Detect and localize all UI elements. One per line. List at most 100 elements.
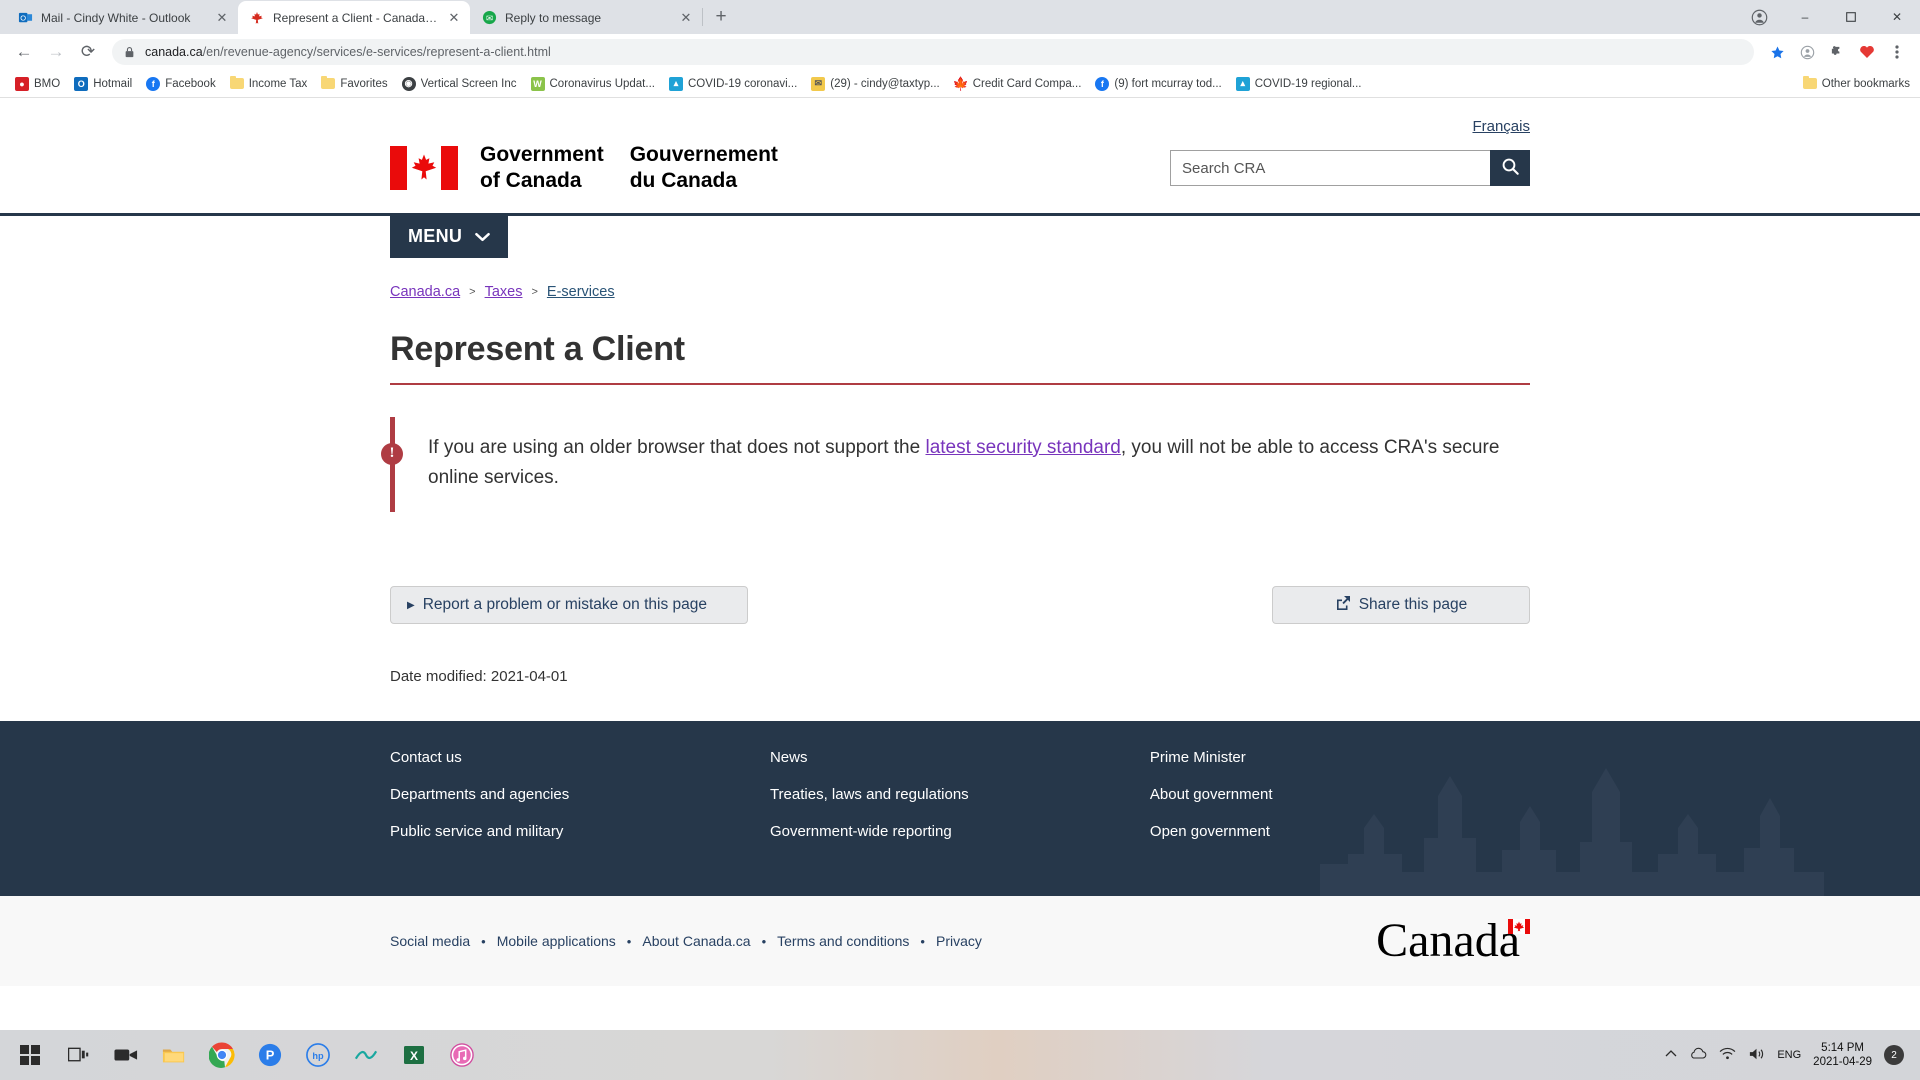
taskbar-camera[interactable]: [102, 1031, 150, 1079]
taskbar-hp[interactable]: hp: [294, 1031, 342, 1079]
alberta-icon: ▴: [1235, 76, 1250, 91]
new-tab-button[interactable]: +: [707, 3, 735, 31]
search-button[interactable]: [1490, 150, 1530, 187]
subfooter-link-about-canada-ca[interactable]: About Canada.ca: [642, 933, 750, 949]
address-bar[interactable]: canada.ca/en/revenue-agency/services/e-s…: [112, 39, 1754, 65]
menu-button[interactable]: MENU: [390, 215, 509, 258]
close-window-button[interactable]: ✕: [1874, 0, 1920, 34]
chevron-up-icon[interactable]: [1665, 1049, 1677, 1061]
browser-toolbar: ← → ⟳ canada.ca/en/revenue-agency/servic…: [0, 34, 1920, 70]
bookmark-favorites[interactable]: Favorites: [314, 74, 394, 94]
breadcrumb-item-canada-ca[interactable]: Canada.ca: [390, 284, 460, 300]
bookmark-covid19-coronavirus[interactable]: ▴ COVID-19 coronavi...: [662, 74, 804, 94]
subfooter-link-social-media[interactable]: Social media: [390, 933, 470, 949]
browser-window: O Mail - Cindy White - Outlook ✕ Represe…: [0, 0, 1920, 1030]
profile-icon[interactable]: [1736, 0, 1782, 34]
taskbar-file-explorer[interactable]: [150, 1031, 198, 1079]
other-bookmarks-label: Other bookmarks: [1821, 77, 1910, 90]
taskbar-chrome[interactable]: [198, 1031, 246, 1079]
browser-tab-0[interactable]: O Mail - Cindy White - Outlook ✕: [6, 1, 238, 34]
other-bookmarks-button[interactable]: Other bookmarks: [1802, 76, 1910, 90]
breadcrumb-item-taxes[interactable]: Taxes: [485, 284, 523, 300]
bookmark-facebook[interactable]: f Facebook: [139, 74, 223, 94]
canada-wordmark: Canada: [1376, 917, 1530, 965]
volume-icon[interactable]: [1748, 1047, 1765, 1064]
browser-tab-2[interactable]: ✉ Reply to message ✕: [470, 1, 702, 34]
task-view-button[interactable]: [54, 1031, 102, 1079]
bookmark-covid19-regional[interactable]: ▴ COVID-19 regional...: [1229, 74, 1369, 94]
share-page-button[interactable]: Share this page: [1272, 586, 1530, 625]
footer-link-contact-us[interactable]: Contact us: [390, 749, 770, 766]
breadcrumb-item-e-services[interactable]: E-services: [547, 284, 615, 300]
tab-title: Represent a Client - Canada.ca: [273, 10, 438, 25]
site-footer: Contact us Departments and agencies Publ…: [0, 721, 1920, 897]
latest-security-standard-link[interactable]: latest security standard: [925, 437, 1120, 458]
close-icon[interactable]: ✕: [214, 10, 230, 26]
bookmark-label: COVID-19 coronavi...: [687, 77, 798, 90]
footer-link-public-service-and-military[interactable]: Public service and military: [390, 823, 770, 840]
bookmark-cindy-mail[interactable]: ✉ (29) - cindy@taxtyp...: [804, 74, 946, 94]
minimize-button[interactable]: –: [1782, 0, 1828, 34]
reload-button[interactable]: ⟳: [74, 38, 102, 66]
url-host: canada.ca: [145, 45, 203, 59]
bookmark-income-tax[interactable]: Income Tax: [223, 74, 315, 94]
forward-button[interactable]: →: [42, 38, 70, 66]
start-button[interactable]: [6, 1031, 54, 1079]
taskbar-excel[interactable]: X: [390, 1031, 438, 1079]
outlook-icon: O: [17, 10, 33, 26]
heart-icon[interactable]: [1854, 39, 1880, 65]
star-icon[interactable]: [1764, 39, 1790, 65]
maximize-button[interactable]: [1828, 0, 1874, 34]
search-input[interactable]: [1170, 150, 1490, 187]
share-page-label: Share this page: [1358, 596, 1468, 614]
taskbar-itunes[interactable]: [438, 1031, 486, 1079]
subfooter-link-privacy[interactable]: Privacy: [936, 933, 982, 949]
tab-title: Mail - Cindy White - Outlook: [41, 10, 191, 25]
kebab-menu-icon[interactable]: [1884, 39, 1910, 65]
puzzle-icon[interactable]: [1824, 39, 1850, 65]
date-modified: Date modified: 2021-04-01: [390, 668, 568, 686]
subfooter-link-terms-and-conditions[interactable]: Terms and conditions: [777, 933, 909, 949]
bookmark-label: Facebook: [165, 77, 216, 90]
cloud-icon[interactable]: [1689, 1047, 1707, 1063]
footer-link-prime-minister[interactable]: Prime Minister: [1150, 749, 1530, 766]
close-icon[interactable]: ✕: [678, 10, 694, 26]
alberta-icon: ▴: [668, 76, 683, 91]
bookmark-credit-card-company[interactable]: 🍁 Credit Card Compa...: [947, 74, 1089, 94]
clock[interactable]: 5:14 PM 2021-04-29: [1813, 1041, 1872, 1070]
facebook-icon: f: [146, 76, 161, 91]
fip-french: Gouvernement du Canada: [630, 142, 778, 195]
bookmark-coronavirus-updates[interactable]: W Coronavirus Updat...: [524, 74, 662, 94]
language-toggle-link[interactable]: Français: [1472, 118, 1530, 135]
footer-link-about-government[interactable]: About government: [1150, 786, 1530, 803]
breadcrumb: Canada.ca > Taxes > E-services: [390, 284, 1530, 300]
language-indicator[interactable]: ENG: [1777, 1049, 1801, 1061]
bookmark-fort-mcmurray-today[interactable]: f (9) fort mcurray tod...: [1088, 74, 1228, 94]
wifi-icon[interactable]: [1719, 1047, 1736, 1063]
subfooter-separator: •: [626, 933, 632, 949]
back-button[interactable]: ←: [10, 38, 38, 66]
svg-text:X: X: [410, 1049, 418, 1063]
close-icon[interactable]: ✕: [446, 10, 462, 26]
account-icon[interactable]: [1794, 39, 1820, 65]
bookmark-hotmail[interactable]: O Hotmail: [67, 74, 139, 94]
bookmark-label: Hotmail: [93, 77, 133, 90]
footer-link-open-government[interactable]: Open government: [1150, 823, 1530, 840]
footer-link-treaties-laws-and-regulations[interactable]: Treaties, laws and regulations: [770, 786, 1150, 803]
triangle-right-icon: ▶: [407, 599, 415, 611]
subfooter-link-mobile-applications[interactable]: Mobile applications: [497, 933, 616, 949]
bookmark-vertical-screen[interactable]: ◉ Vertical Screen Inc: [395, 74, 524, 94]
browser-tab-1[interactable]: Represent a Client - Canada.ca ✕: [238, 1, 470, 34]
taskbar-teal-app[interactable]: [342, 1031, 390, 1079]
footer-link-news[interactable]: News: [770, 749, 1150, 766]
footer-link-departments-and-agencies[interactable]: Departments and agencies: [390, 786, 770, 803]
notification-badge[interactable]: 2: [1884, 1045, 1904, 1065]
bookmark-label: BMO: [34, 77, 61, 90]
report-problem-button[interactable]: ▶ Report a problem or mistake on this pa…: [390, 586, 748, 625]
footer-link-government-wide-reporting[interactable]: Government-wide reporting: [770, 823, 1150, 840]
share-external-icon: [1335, 595, 1351, 616]
url-text: canada.ca/en/revenue-agency/services/e-s…: [145, 45, 551, 59]
taskbar-p-app[interactable]: P: [246, 1031, 294, 1079]
bookmark-bmo[interactable]: ● BMO: [8, 74, 67, 94]
breadcrumb-separator: >: [531, 285, 538, 298]
